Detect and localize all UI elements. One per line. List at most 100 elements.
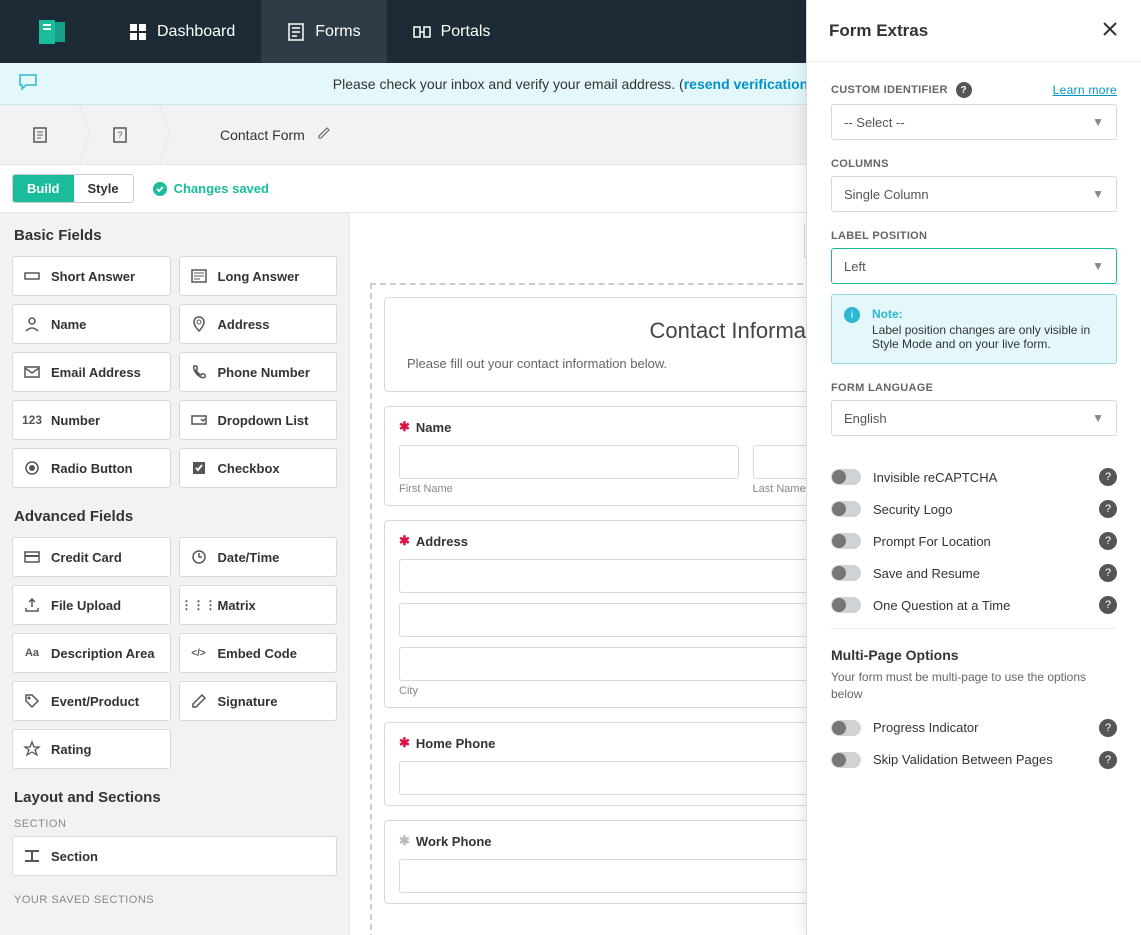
sig-icon	[190, 692, 208, 710]
close-icon	[1101, 20, 1119, 38]
chevron-down-icon: ▼	[1092, 259, 1104, 273]
advanced-fields-heading: Advanced Fields	[12, 508, 337, 525]
edit-title-icon[interactable]	[317, 126, 331, 143]
section-icon	[23, 847, 41, 865]
toggle-switch[interactable]	[831, 533, 861, 549]
field-short-answer[interactable]: Short Answer	[12, 256, 171, 296]
field-checkbox[interactable]: Checkbox	[179, 448, 338, 488]
help-icon[interactable]: ?	[1099, 500, 1117, 518]
chat-icon[interactable]	[18, 72, 38, 95]
form-language-label: FORM LANGUAGE	[831, 382, 1117, 394]
custom-id-select[interactable]: -- Select --▼	[831, 104, 1117, 140]
field-address[interactable]: Address	[179, 304, 338, 344]
help-icon[interactable]: ?	[1099, 719, 1117, 737]
required-icon: ✱	[399, 533, 410, 549]
note-box: i Note: Label position changes are only …	[831, 294, 1117, 364]
field-embed-code[interactable]: </>Embed Code	[179, 633, 338, 673]
field-date-time[interactable]: Date/Time	[179, 537, 338, 577]
changes-saved: Changes saved	[152, 181, 269, 197]
field-radio-button[interactable]: Radio Button	[12, 448, 171, 488]
card-icon	[23, 548, 41, 566]
close-panel-button[interactable]	[1101, 18, 1119, 44]
check-circle-icon	[152, 181, 168, 197]
help-icon[interactable]: ?	[956, 82, 972, 98]
toggle-switch[interactable]	[831, 720, 861, 736]
field-phone-number[interactable]: Phone Number	[179, 352, 338, 392]
build-style-segment: Build Style	[12, 174, 134, 203]
toggle-row-prompt-for-location: Prompt For Location?	[831, 532, 1117, 550]
help-icon[interactable]: ?	[1099, 596, 1117, 614]
breadcrumb-help[interactable]: ?	[80, 105, 160, 165]
form-icon	[31, 126, 49, 144]
multi-page-title: Multi-Page Options	[831, 647, 1117, 663]
learn-more-link[interactable]: Learn more	[1053, 83, 1117, 97]
build-tab[interactable]: Build	[13, 175, 74, 202]
basic-fields-heading: Basic Fields	[12, 227, 337, 244]
help-icon[interactable]: ?	[1099, 751, 1117, 769]
breadcrumb-title: Contact Form	[160, 126, 331, 143]
toggle-row-security-logo: Security Logo?	[831, 500, 1117, 518]
logo[interactable]	[0, 0, 103, 63]
breadcrumb-home[interactable]	[0, 105, 80, 165]
toggle-switch[interactable]	[831, 501, 861, 517]
info-icon: i	[844, 307, 860, 323]
nav-dashboard[interactable]: Dashboard	[103, 0, 261, 63]
tag-icon	[23, 692, 41, 710]
style-tab[interactable]: Style	[74, 175, 133, 202]
field-long-answer[interactable]: Long Answer	[179, 256, 338, 296]
field-email-address[interactable]: Email Address	[12, 352, 171, 392]
toggle-row-one-question-at-a-time: One Question at a Time?	[831, 596, 1117, 614]
dd-icon	[190, 411, 208, 429]
code-icon: </>	[190, 644, 208, 662]
nav-portals[interactable]: Portals	[387, 0, 517, 63]
field-description-area[interactable]: AaDescription Area	[12, 633, 171, 673]
phone-icon	[190, 363, 208, 381]
first-name-input[interactable]	[399, 445, 739, 479]
toggle-switch[interactable]	[831, 469, 861, 485]
field-matrix[interactable]: ⋮⋮⋮Matrix	[179, 585, 338, 625]
help-form-icon: ?	[111, 126, 129, 144]
aa-icon: Aa	[23, 644, 41, 662]
resend-link[interactable]: resend verification	[684, 76, 809, 92]
field-number[interactable]: 123Number	[12, 400, 171, 440]
svg-text:?: ?	[117, 130, 122, 140]
custom-id-label: CUSTOM IDENTIFIER ? Learn more	[831, 82, 1117, 98]
radio-icon	[23, 459, 41, 477]
saved-sections-label: YOUR SAVED SECTIONS	[14, 894, 335, 906]
required-icon: ✱	[399, 419, 410, 435]
help-icon[interactable]: ?	[1099, 532, 1117, 550]
field-rating[interactable]: Rating	[12, 729, 171, 769]
columns-select[interactable]: Single Column▼	[831, 176, 1117, 212]
upload-icon	[23, 596, 41, 614]
field-file-upload[interactable]: File Upload	[12, 585, 171, 625]
toggle-switch[interactable]	[831, 597, 861, 613]
num-icon: 123	[23, 411, 41, 429]
nav-forms-label: Forms	[315, 23, 360, 41]
nav-forms[interactable]: Forms	[261, 0, 386, 63]
toggle-switch[interactable]	[831, 565, 861, 581]
field-signature[interactable]: Signature	[179, 681, 338, 721]
help-icon[interactable]: ?	[1099, 468, 1117, 486]
section-label: SECTION	[14, 818, 335, 830]
logo-icon	[36, 16, 68, 48]
nav-dashboard-label: Dashboard	[157, 23, 235, 41]
field-name[interactable]: Name	[12, 304, 171, 344]
help-icon[interactable]: ?	[1099, 564, 1117, 582]
language-select[interactable]: English▼	[831, 400, 1117, 436]
toggle-row-progress-indicator: Progress Indicator?	[831, 719, 1117, 737]
multi-page-desc: Your form must be multi-page to use the …	[831, 669, 1117, 703]
chevron-down-icon: ▼	[1092, 115, 1104, 129]
field-event-product[interactable]: Event/Product	[12, 681, 171, 721]
toggle-row-skip-validation-between-pages: Skip Validation Between Pages?	[831, 751, 1117, 769]
toggle-row-invisible-recaptcha: Invisible reCAPTCHA?	[831, 468, 1117, 486]
toggle-switch[interactable]	[831, 752, 861, 768]
section-field-button[interactable]: Section	[12, 836, 337, 876]
field-credit-card[interactable]: Credit Card	[12, 537, 171, 577]
label-position-select[interactable]: Left▼	[831, 248, 1117, 284]
pin-icon	[190, 315, 208, 333]
required-icon: ✱	[399, 735, 410, 751]
star-icon	[23, 740, 41, 758]
forms-icon	[287, 23, 305, 41]
field-dropdown-list[interactable]: Dropdown List	[179, 400, 338, 440]
check-icon	[190, 459, 208, 477]
